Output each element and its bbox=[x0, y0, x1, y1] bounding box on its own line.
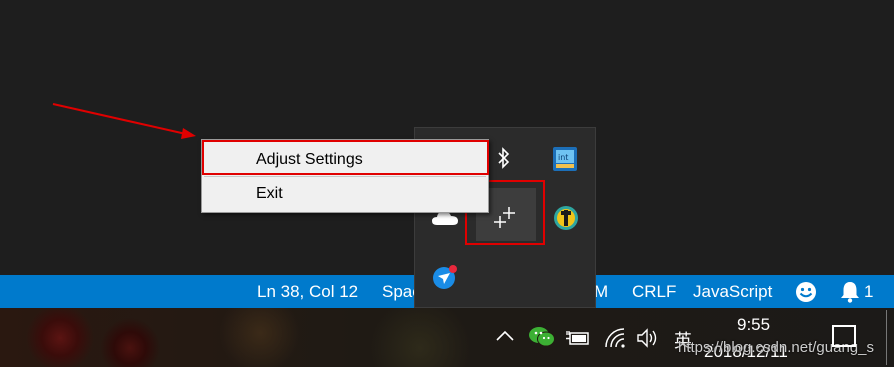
svg-text:int: int bbox=[558, 153, 568, 162]
bluetooth-icon[interactable] bbox=[497, 147, 511, 174]
menu-item-exit[interactable]: Exit bbox=[202, 176, 488, 210]
annotation-highlight-menu bbox=[202, 140, 489, 175]
notification-count[interactable]: 1 bbox=[864, 282, 873, 302]
menu-item-label: Exit bbox=[256, 185, 283, 202]
eol-setting[interactable]: CRLF bbox=[632, 282, 676, 302]
intel-graphics-icon[interactable]: int bbox=[552, 146, 578, 177]
encoding-setting[interactable]: M bbox=[594, 282, 608, 302]
wechat-icon[interactable] bbox=[528, 326, 556, 353]
volume-icon[interactable] bbox=[636, 328, 660, 353]
messenger-app-icon[interactable] bbox=[432, 264, 460, 295]
cursor-position[interactable]: Ln 38, Col 12 bbox=[257, 282, 358, 302]
action-center-icon[interactable] bbox=[832, 325, 856, 347]
language-mode[interactable]: JavaScript bbox=[693, 282, 772, 302]
power-icon[interactable] bbox=[566, 329, 590, 352]
clock-time[interactable]: 9:55 bbox=[737, 315, 770, 335]
wifi-icon[interactable] bbox=[604, 327, 626, 354]
show-desktop-button[interactable] bbox=[886, 310, 887, 365]
bell-icon[interactable] bbox=[839, 280, 861, 309]
show-hidden-icons-chevron[interactable] bbox=[496, 329, 514, 347]
green-pin-app-icon[interactable] bbox=[553, 205, 579, 236]
smiley-icon[interactable] bbox=[794, 280, 818, 309]
